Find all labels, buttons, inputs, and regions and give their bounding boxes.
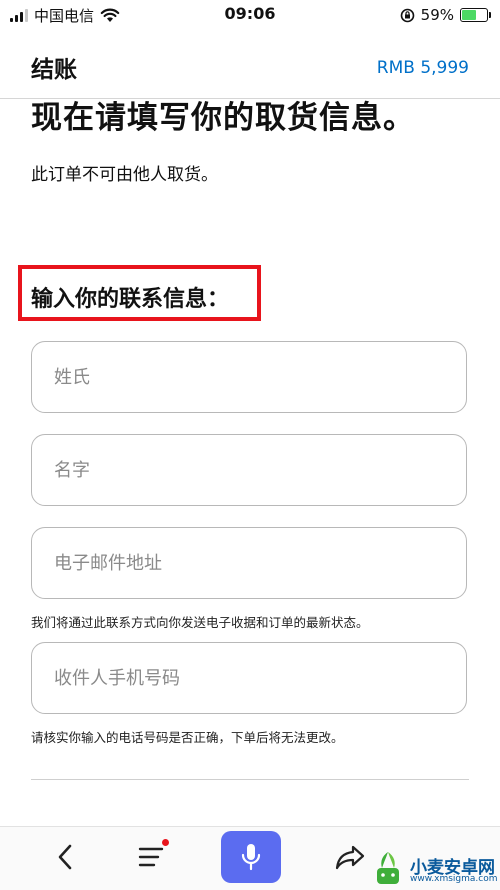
page-title: 现在请填写你的取货信息。 (31, 100, 415, 136)
orientation-lock-icon (400, 8, 414, 22)
page-subtitle: 此订单不可由他人取货。 (31, 165, 218, 185)
order-total-price[interactable]: RMB 5,999 (377, 58, 469, 78)
email-helper-text: 我们将通过此联系方式向你发送电子收据和订单的最新状态。 (31, 615, 369, 630)
status-bar: 中国电信 09:06 59% (0, 0, 500, 30)
phone-helper-text: 请核实你输入的电话号码是否正确，下单后将无法更改。 (31, 730, 344, 745)
phone-input[interactable] (31, 642, 467, 714)
chevron-left-icon (58, 844, 72, 870)
share-arrow-icon (335, 845, 365, 870)
site-watermark: 小麦安卓网 www.xmsigma.com (368, 850, 498, 889)
last-name-input[interactable] (31, 341, 467, 413)
hamburger-menu-icon (138, 847, 164, 867)
header-title: 结账 (31, 57, 77, 83)
back-button[interactable] (40, 827, 90, 887)
battery-charging-icon (460, 8, 491, 22)
contact-section-heading: 输入你的联系信息： (31, 287, 230, 312)
watermark-url: www.xmsigma.com (410, 874, 498, 884)
notification-dot (162, 839, 169, 846)
status-right: 59% (400, 4, 491, 26)
android-logo-icon (377, 852, 399, 884)
menu-button[interactable] (124, 827, 178, 887)
checkout-header: 结账 RMB 5,999 (0, 30, 500, 99)
email-input[interactable] (31, 527, 467, 599)
microphone-icon (241, 844, 261, 871)
voice-input-button[interactable] (221, 831, 281, 883)
section-divider (31, 779, 469, 780)
battery-percent: 59% (420, 6, 454, 24)
first-name-input[interactable] (31, 434, 467, 506)
